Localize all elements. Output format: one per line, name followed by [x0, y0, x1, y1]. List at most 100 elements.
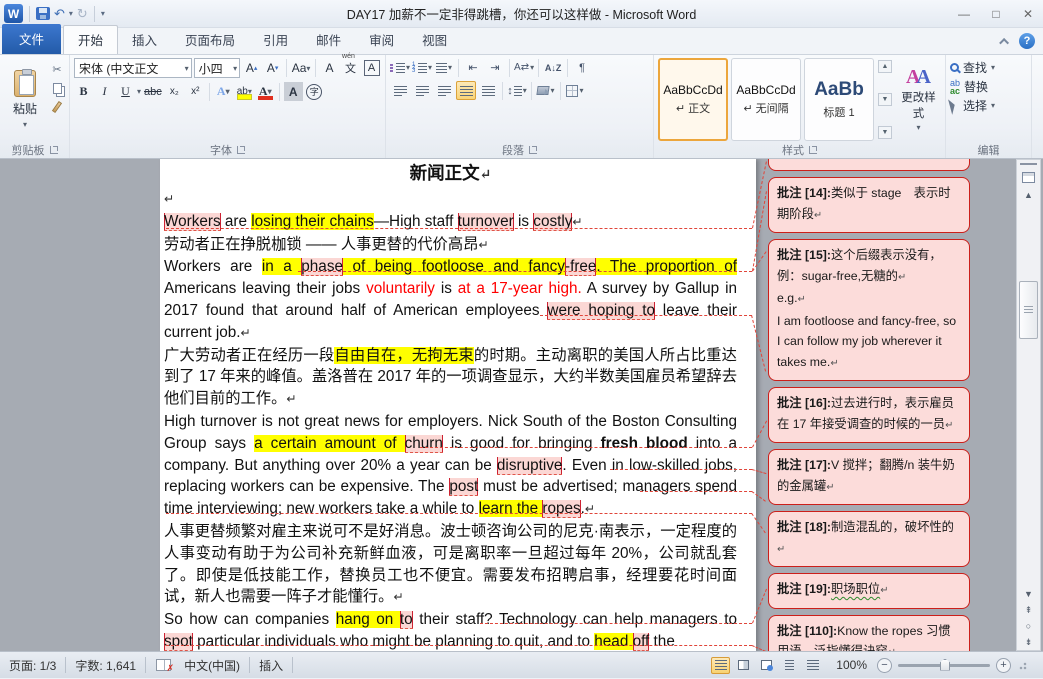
asian-layout-button[interactable]: A⇄▾ [514, 58, 534, 77]
collapse-ribbon-icon[interactable] [999, 37, 1009, 47]
doc-paragraph[interactable]: 广大劳动者正在经历一段自由自在，无拘无束的时期。主动离职的美国人所占比重达到了 … [164, 345, 737, 411]
maximize-button[interactable]: □ [987, 7, 1005, 21]
print-layout-view-button[interactable] [711, 657, 730, 674]
styles-scroll-down-icon[interactable]: ▼ [878, 93, 892, 106]
dialog-launcher-icon[interactable] [529, 146, 537, 154]
increase-indent-button[interactable]: ⇥ [485, 58, 505, 77]
paste-button[interactable]: 粘贴 ▾ [4, 58, 46, 141]
word-count[interactable]: 字数: 1,641 [66, 652, 145, 678]
font-color-button[interactable]: A▾ [256, 82, 275, 101]
redo-icon[interactable]: ↻ [77, 7, 88, 20]
comment-box[interactable]: 批注 [16]:过去进行时，表示雇员在 17 年接受调查的时候的一员↵ [768, 387, 970, 443]
align-left-button[interactable] [390, 81, 410, 100]
comment-box[interactable]: 批注 [14]:类似于 stage 表示时期阶段↵ [768, 177, 970, 233]
text-effects-button[interactable]: A▾ [214, 82, 233, 101]
comment-box[interactable]: 批注 [18]:制造混乱的，破坏性的↵ [768, 511, 970, 567]
shading-button[interactable]: ▾ [536, 81, 556, 100]
change-case-button[interactable]: Aa▾ [291, 59, 311, 78]
resize-grip[interactable] [1019, 660, 1029, 670]
customize-qat-icon[interactable]: ▾ [101, 9, 105, 18]
comment-box[interactable]: 批注 [19]:职场职位↵ [768, 573, 970, 609]
style-card[interactable]: AaBbCcDd↵ 正文 [658, 58, 728, 141]
grow-font-button[interactable]: A [242, 59, 261, 78]
doc-paragraph[interactable]: ↵ [164, 188, 737, 211]
character-border-button[interactable]: A [362, 59, 381, 78]
font-name-combo[interactable]: 宋体 (中文正文▾ [74, 58, 192, 78]
zoom-slider-thumb[interactable] [940, 659, 950, 671]
find-button[interactable]: 查找▾ [950, 58, 1027, 77]
tab-插入[interactable]: 插入 [118, 26, 171, 54]
next-page-icon[interactable]: ⇟ [1017, 634, 1040, 650]
proofing-status-icon[interactable]: ✗ [156, 659, 171, 671]
vertical-scrollbar[interactable]: ▲ ▼ ⇞ ○ ⇟ [1016, 159, 1041, 651]
help-icon[interactable]: ? [1019, 33, 1035, 49]
comment-box[interactable]: 批注 [110]:Know the ropes 习惯用语，泛指懂得诀窍↵ [768, 615, 970, 652]
justify-button[interactable] [456, 81, 476, 100]
tab-邮件[interactable]: 邮件 [302, 26, 355, 54]
insert-mode-indicator[interactable]: 插入 [250, 652, 292, 678]
undo-dropdown-icon[interactable]: ▾ [69, 9, 73, 18]
doc-paragraph[interactable]: 人事更替频繁对雇主来说可不是好消息。波士顿咨询公司的尼克·南表示，一定程度的人事… [164, 521, 737, 609]
web-layout-view-button[interactable] [757, 657, 776, 674]
phonetic-guide-button[interactable]: wén文 [341, 59, 360, 78]
draft-view-button[interactable] [803, 657, 822, 674]
undo-icon[interactable]: ↶ [54, 7, 65, 20]
tab-审阅[interactable]: 审阅 [355, 26, 408, 54]
copy-icon[interactable] [49, 81, 65, 95]
doc-paragraph[interactable]: 新闻正文↵ [164, 161, 737, 188]
underline-button[interactable]: U [116, 82, 135, 101]
align-center-button[interactable] [412, 81, 432, 100]
fullscreen-reading-view-button[interactable] [734, 657, 753, 674]
font-size-combo[interactable]: 小四▾ [194, 58, 240, 78]
cut-icon[interactable]: ✂ [49, 62, 65, 76]
comment-box[interactable] [768, 159, 970, 171]
italic-button[interactable]: I [95, 82, 114, 101]
underline-dropdown-icon[interactable]: ▾ [137, 87, 141, 96]
doc-paragraph[interactable]: 劳动者正在挣脱枷锁 —— 人事更替的代价高昂↵ [164, 234, 737, 257]
comment-box[interactable]: 批注 [17]:V 搅拌；翻腾/n 装牛奶的金属罐↵ [768, 449, 970, 505]
replace-button[interactable]: abac替换 [950, 77, 1027, 96]
document-page[interactable]: 新闻正文↵↵Workers are losing their chains—Hi… [160, 159, 756, 651]
tab-视图[interactable]: 视图 [408, 26, 461, 54]
doc-paragraph[interactable]: Workers are losing their chains—High sta… [164, 211, 737, 234]
numbering-button[interactable]: 123▾ [412, 58, 432, 77]
multilevel-list-button[interactable]: ▾ [434, 58, 454, 77]
select-button[interactable]: 选择▾ [950, 96, 1027, 115]
text-highlight-button[interactable]: ab▾ [235, 82, 254, 101]
view-ruler-button[interactable] [1017, 169, 1040, 186]
word-logo-icon[interactable]: W [4, 4, 23, 23]
style-card[interactable]: AaBb标题 1 [804, 58, 874, 141]
shrink-font-button[interactable]: A [263, 59, 282, 78]
scroll-down-icon[interactable]: ▼ [1017, 586, 1040, 602]
tab-开始[interactable]: 开始 [63, 25, 118, 54]
page-indicator[interactable]: 页面: 1/3 [0, 652, 65, 678]
doc-paragraph[interactable]: Workers are in a phase of being footloos… [164, 256, 737, 344]
superscript-button[interactable]: x² [186, 82, 205, 101]
scroll-up-icon[interactable]: ▲ [1017, 186, 1040, 203]
align-right-button[interactable] [434, 81, 454, 100]
scrollbar-track[interactable] [1017, 203, 1040, 586]
dialog-launcher-icon[interactable] [50, 146, 58, 154]
character-shading-button[interactable]: A [284, 82, 303, 101]
outline-view-button[interactable] [780, 657, 799, 674]
enclose-characters-button[interactable]: 字 [305, 82, 324, 101]
line-spacing-button[interactable]: ↕▾ [507, 81, 527, 100]
dialog-launcher-icon[interactable] [237, 146, 245, 154]
browse-object-icon[interactable]: ○ [1017, 618, 1040, 634]
styles-more-icon[interactable]: ▼ [878, 126, 892, 139]
strikethrough-button[interactable]: abc [143, 82, 163, 101]
save-icon[interactable] [36, 7, 50, 20]
bold-button[interactable]: B [74, 82, 93, 101]
clear-formatting-button[interactable]: A [320, 59, 339, 78]
sort-button[interactable]: A↓Z [543, 58, 563, 77]
tab-页面布局[interactable]: 页面布局 [171, 26, 249, 54]
show-marks-button[interactable]: ¶ [572, 58, 592, 77]
subscript-button[interactable]: x₂ [165, 82, 184, 101]
doc-paragraph[interactable]: High turnover is not great news for empl… [164, 411, 737, 521]
close-button[interactable]: ✕ [1019, 7, 1037, 21]
styles-scroll-up-icon[interactable]: ▲ [878, 60, 892, 73]
distribute-button[interactable] [478, 81, 498, 100]
minimize-button[interactable]: — [955, 7, 973, 21]
style-card[interactable]: AaBbCcDd↵ 无间隔 [731, 58, 801, 141]
zoom-in-button[interactable]: + [996, 658, 1011, 673]
